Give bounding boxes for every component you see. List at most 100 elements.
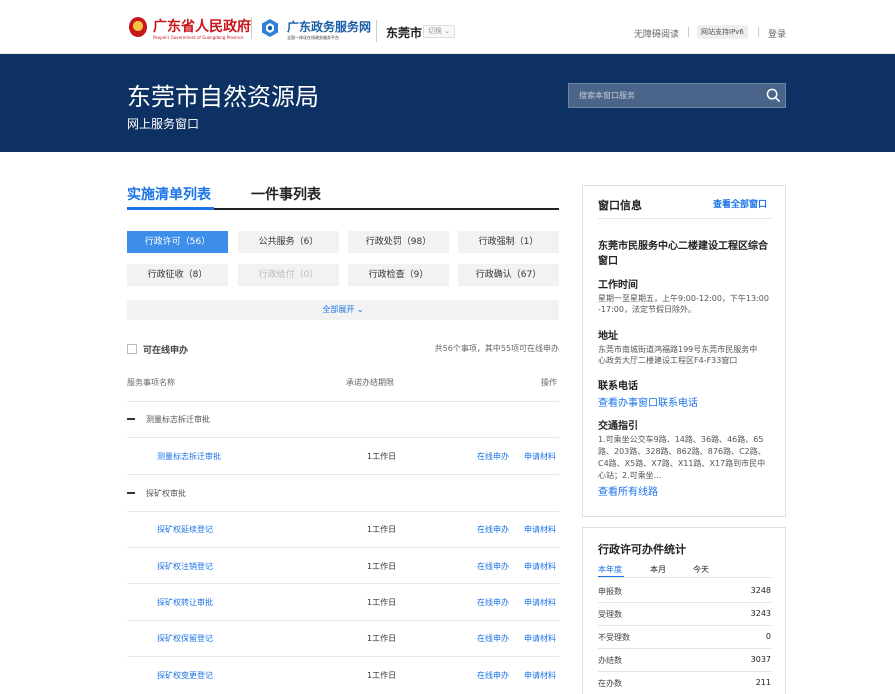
stats-tab-year[interactable]: 本年度 xyxy=(598,564,622,575)
category-administrative-enforcement[interactable]: 行政强制（1） xyxy=(458,231,559,253)
row-divider xyxy=(127,511,559,512)
window-location-line1: 东莞市民服务中心二楼建设工程区综合 xyxy=(598,241,768,252)
apply-online-link[interactable]: 在线申办 xyxy=(477,670,509,681)
search-input[interactable] xyxy=(569,84,759,107)
address-line1: 东莞市南城街道鸿福路199号东莞市民服务中 xyxy=(598,345,758,354)
category-administrative-inspection[interactable]: 行政检查（9） xyxy=(348,264,449,286)
all-routes-link[interactable]: 查看所有线路 xyxy=(598,483,658,498)
column-header-deadline: 承诺办结期限 xyxy=(346,378,394,387)
stats-divider xyxy=(598,625,772,626)
online-filter-label[interactable]: 可在线申办 xyxy=(143,343,188,356)
category-administrative-levy[interactable]: 行政征收（8） xyxy=(127,264,228,286)
service-title[interactable]: 广东政务服务网 xyxy=(287,18,371,35)
switch-label: 切换 xyxy=(428,27,442,35)
view-all-windows-link[interactable]: 查看全部窗口 xyxy=(713,197,767,210)
stat-value: 0 xyxy=(765,632,771,641)
stat-value: 3243 xyxy=(750,609,771,618)
apply-online-link[interactable]: 在线申办 xyxy=(477,451,509,462)
traffic-line1: 1.可乘坐公交车9路、14路、36路、46路、65 xyxy=(598,435,764,444)
stats-tab-today[interactable]: 今天 xyxy=(693,564,709,575)
results-summary: 共56个事项，其中55项可在线申办 xyxy=(434,344,559,353)
tab-one-thing-list[interactable]: 一件事列表 xyxy=(251,184,321,204)
stats-divider xyxy=(598,648,772,649)
materials-link[interactable]: 申请材料 xyxy=(524,524,556,535)
city-switch-button[interactable]: 切换 ⌄ xyxy=(423,25,456,38)
login-link[interactable]: 登录 xyxy=(768,27,786,40)
group-label[interactable]: 测量标志拆迁审批 xyxy=(146,414,210,425)
materials-link[interactable]: 申请材料 xyxy=(524,633,556,644)
row-divider xyxy=(127,620,559,621)
accessibility-link[interactable]: 无障碍阅读 xyxy=(634,27,679,40)
service-item-deadline: 1工作日 xyxy=(367,452,397,461)
ipv6-badge: 网站支持IPv6 xyxy=(697,25,748,39)
top-separator xyxy=(688,27,689,37)
stat-label: 不受理数 xyxy=(598,633,630,642)
search-box xyxy=(568,83,786,108)
top-separator xyxy=(758,27,759,37)
tab-implementation-list[interactable]: 实施清单列表 xyxy=(127,184,211,204)
service-item-name[interactable]: 测量标志拆迁审批 xyxy=(157,451,221,462)
category-administrative-license[interactable]: 行政许可（56） xyxy=(127,231,228,253)
apply-online-link[interactable]: 在线申办 xyxy=(477,633,509,644)
city-name: 东莞市 xyxy=(386,26,423,40)
hours-title: 工作时间 xyxy=(598,280,638,291)
category-administrative-penalty[interactable]: 行政处罚（98） xyxy=(348,231,449,253)
row-divider xyxy=(127,401,559,402)
window-location-line2: 窗口 xyxy=(598,256,618,267)
service-logo-icon xyxy=(262,19,278,37)
gov-title[interactable]: 广东省人民政府 xyxy=(153,16,251,36)
online-filter-checkbox[interactable] xyxy=(127,344,137,354)
stat-label: 办结数 xyxy=(598,656,622,665)
stats-divider xyxy=(598,671,772,672)
materials-link[interactable]: 申请材料 xyxy=(524,451,556,462)
apply-online-link[interactable]: 在线申办 xyxy=(477,561,509,572)
service-item-deadline: 1工作日 xyxy=(367,671,397,680)
phone-link[interactable]: 查看办事窗口联系电话 xyxy=(598,394,698,409)
expand-all-button[interactable]: 全部展开 ⌄ xyxy=(127,300,559,320)
window-info-title: 窗口信息 xyxy=(598,199,642,212)
service-item-name[interactable]: 探矿权转让审批 xyxy=(157,597,213,608)
page-subtitle: 网上服务窗口 xyxy=(127,117,200,131)
hours-line1: 星期一至星期五，上午9:00-12:00，下午13:00 xyxy=(598,294,769,303)
gov-subtitle: People's Government of Guangdong Provinc… xyxy=(153,35,244,40)
stat-value: 3037 xyxy=(750,655,771,664)
collapse-icon[interactable] xyxy=(127,492,135,494)
category-public-service[interactable]: 公共服务（6） xyxy=(238,231,339,253)
address-title: 地址 xyxy=(598,331,618,342)
column-header-name: 服务事项名称 xyxy=(127,378,175,387)
stats-tab-month[interactable]: 本月 xyxy=(650,564,666,575)
traffic-line4: 心站；2.可乘坐... xyxy=(598,471,662,480)
service-item-deadline: 1工作日 xyxy=(367,598,397,607)
hours-line2: -17:00，法定节假日除外。 xyxy=(598,305,696,314)
materials-link[interactable]: 申请材料 xyxy=(524,597,556,608)
category-administrative-confirmation[interactable]: 行政确认（67） xyxy=(458,264,559,286)
collapse-icon[interactable] xyxy=(127,418,135,420)
service-item-name[interactable]: 探矿权保留登记 xyxy=(157,633,213,644)
materials-link[interactable]: 申请材料 xyxy=(524,670,556,681)
stats-divider xyxy=(598,577,772,578)
traffic-title: 交通指引 xyxy=(598,421,638,432)
apply-online-link[interactable]: 在线申办 xyxy=(477,524,509,535)
category-administrative-payment: 行政给付（0） xyxy=(238,264,339,286)
column-header-action: 操作 xyxy=(541,378,557,387)
apply-online-link[interactable]: 在线申办 xyxy=(477,597,509,608)
service-item-name[interactable]: 探矿权延续登记 xyxy=(157,524,213,535)
chevron-down-icon: ⌄ xyxy=(356,305,364,314)
row-divider xyxy=(127,656,559,657)
stats-divider xyxy=(598,602,772,603)
stat-value: 211 xyxy=(755,678,771,687)
service-subtitle: 全国一体化在线政务服务平台 xyxy=(287,35,339,40)
service-item-deadline: 1工作日 xyxy=(367,562,397,571)
stat-label: 在办数 xyxy=(598,679,622,688)
service-item-deadline: 1工作日 xyxy=(367,634,397,643)
materials-link[interactable]: 申请材料 xyxy=(524,561,556,572)
search-icon[interactable] xyxy=(766,88,781,103)
group-label[interactable]: 探矿权审批 xyxy=(146,488,186,499)
service-item-name[interactable]: 探矿权变更登记 xyxy=(157,670,213,681)
row-divider xyxy=(127,437,559,438)
stat-value: 3248 xyxy=(750,586,771,595)
stat-label: 申报数 xyxy=(598,587,622,596)
expand-all-label: 全部展开 xyxy=(322,305,355,314)
header-divider xyxy=(376,20,377,42)
service-item-name[interactable]: 探矿权注销登记 xyxy=(157,561,213,572)
